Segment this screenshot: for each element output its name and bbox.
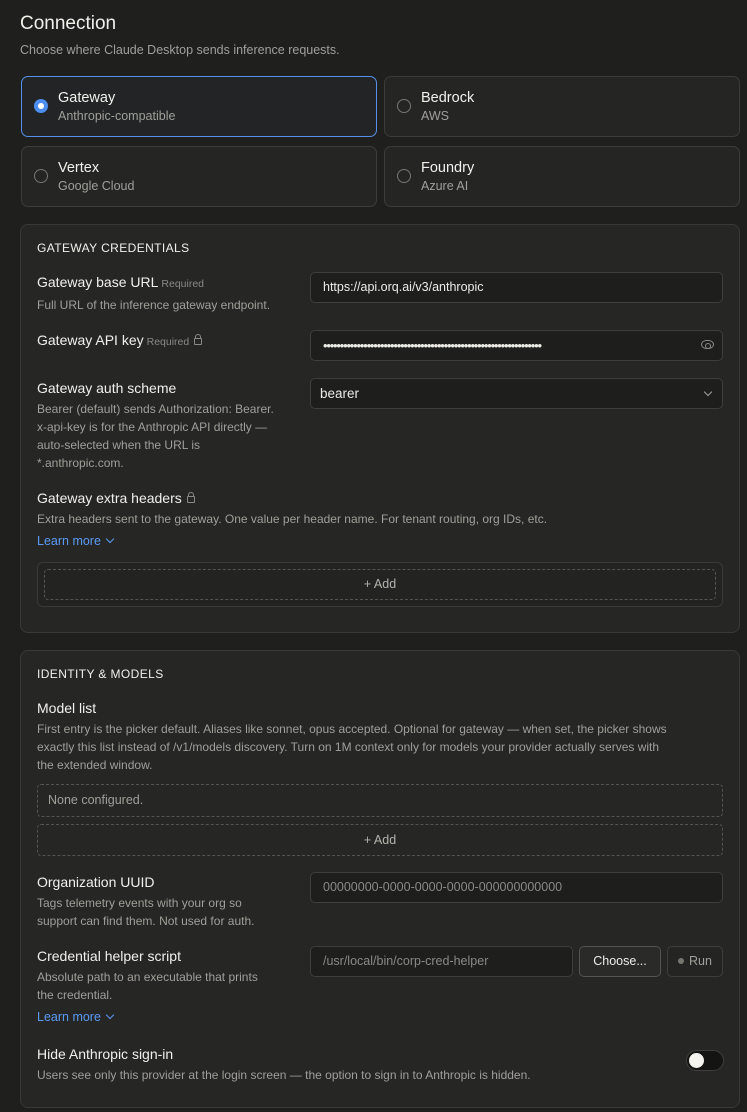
help-line: Absolute path to an executable that prin… (37, 970, 258, 984)
radio-icon[interactable] (34, 169, 48, 183)
auth-scheme-label: Gateway auth scheme (37, 380, 177, 396)
auth-scheme-value: bearer (320, 386, 360, 401)
help-line: the credential. (37, 988, 113, 1002)
org-uuid-input[interactable]: 00000000-0000-0000-0000-000000000000 (310, 872, 723, 903)
extra-headers-label-text: Gateway extra headers (37, 490, 182, 506)
chevron-down-icon (105, 534, 115, 544)
settings-page: Connection Choose where Claude Desktop s… (0, 0, 747, 1112)
provider-name: Vertex (58, 160, 100, 176)
add-header-button[interactable]: + Add (44, 569, 716, 600)
cred-helper-input[interactable]: /usr/local/bin/corp-cred-helper (310, 946, 573, 977)
provider-name: Foundry (421, 160, 475, 176)
provider-card-gateway[interactable]: Gateway Anthropic-compatible (21, 76, 377, 137)
eye-icon[interactable] (701, 340, 714, 349)
api-key-masked-value: ••••••••••••••••••••••••••••••••••••••••… (323, 338, 542, 353)
api-key-label-text: Gateway API key (37, 332, 144, 348)
cred-helper-label: Credential helper script (37, 948, 181, 964)
connection-title: Connection (20, 13, 117, 34)
base-url-input[interactable]: https://api.orq.ai/v3/anthropic (310, 272, 723, 303)
base-url-help: Full URL of the inference gateway endpoi… (37, 298, 271, 312)
extra-headers-label: Gateway extra headers (37, 490, 195, 506)
hide-signin-help: Users see only this provider at the logi… (37, 1068, 531, 1082)
provider-sub: Google Cloud (58, 179, 135, 193)
hide-signin-label: Hide Anthropic sign-in (37, 1046, 174, 1062)
add-model-button[interactable]: + Add (37, 824, 723, 856)
help-line: x-api-key is for the Anthropic API direc… (37, 420, 268, 434)
provider-card-vertex[interactable]: Vertex Google Cloud (21, 146, 377, 207)
lock-icon (194, 334, 203, 345)
radio-selected-icon[interactable] (34, 99, 48, 113)
provider-sub: Azure AI (421, 179, 469, 193)
auth-scheme-help: Bearer (default) sends Authorization: Be… (37, 400, 274, 472)
hide-signin-toggle[interactable] (686, 1050, 724, 1071)
status-dot-icon (678, 958, 685, 964)
provider-card-foundry[interactable]: Foundry Azure AI (384, 146, 740, 207)
provider-name: Gateway (58, 90, 116, 106)
required-tag: Required (146, 336, 190, 348)
connection-subtitle: Choose where Claude Desktop sends infere… (20, 43, 340, 57)
provider-card-bedrock[interactable]: Bedrock AWS (384, 76, 740, 137)
base-url-label: Gateway base URL Required (37, 274, 204, 290)
required-tag: Required (161, 278, 205, 290)
chevron-down-icon (105, 1010, 115, 1020)
auth-scheme-select[interactable]: bearer (310, 378, 723, 409)
help-line: Tags telemetry events with your org so (37, 896, 242, 910)
radio-icon[interactable] (397, 99, 411, 113)
section-title: GATEWAY CREDENTIALS (37, 241, 190, 255)
model-list-label: Model list (37, 700, 97, 716)
section-title: IDENTITY & MODELS (37, 667, 164, 681)
org-uuid-help: Tags telemetry events with your org so s… (37, 894, 254, 930)
org-uuid-label: Organization UUID (37, 874, 155, 890)
choose-button[interactable]: Choose... (579, 946, 661, 977)
model-list-empty: None configured. (37, 784, 723, 817)
learn-more-text: Learn more (37, 534, 101, 548)
api-key-label: Gateway API key Required (37, 332, 203, 348)
help-line: Bearer (default) sends Authorization: Be… (37, 402, 274, 416)
provider-sub: Anthropic-compatible (58, 109, 176, 123)
radio-icon[interactable] (397, 169, 411, 183)
chevron-down-icon (703, 387, 713, 397)
cred-helper-help: Absolute path to an executable that prin… (37, 968, 258, 1004)
help-line: auto-selected when the URL is (37, 438, 200, 452)
provider-sub: AWS (421, 109, 450, 123)
base-url-label-text: Gateway base URL (37, 274, 159, 290)
model-list-help: First entry is the picker default. Alias… (37, 720, 667, 774)
help-line: the extended window. (37, 758, 153, 772)
help-line: *.anthropic.com. (37, 456, 124, 470)
provider-name: Bedrock (421, 90, 475, 106)
run-button[interactable]: Run (667, 946, 723, 977)
help-line: First entry is the picker default. Alias… (37, 722, 667, 736)
help-line: support can find them. Not used for auth… (37, 914, 255, 928)
run-label: Run (689, 954, 712, 968)
learn-more-link[interactable]: Learn more (37, 534, 115, 548)
help-line: exactly this list instead of /v1/models … (37, 740, 660, 754)
api-key-input[interactable]: ••••••••••••••••••••••••••••••••••••••••… (310, 330, 723, 361)
learn-more-text: Learn more (37, 1010, 101, 1024)
learn-more-link[interactable]: Learn more (37, 1010, 115, 1024)
lock-icon (186, 492, 195, 503)
extra-headers-help: Extra headers sent to the gateway. One v… (37, 512, 548, 526)
